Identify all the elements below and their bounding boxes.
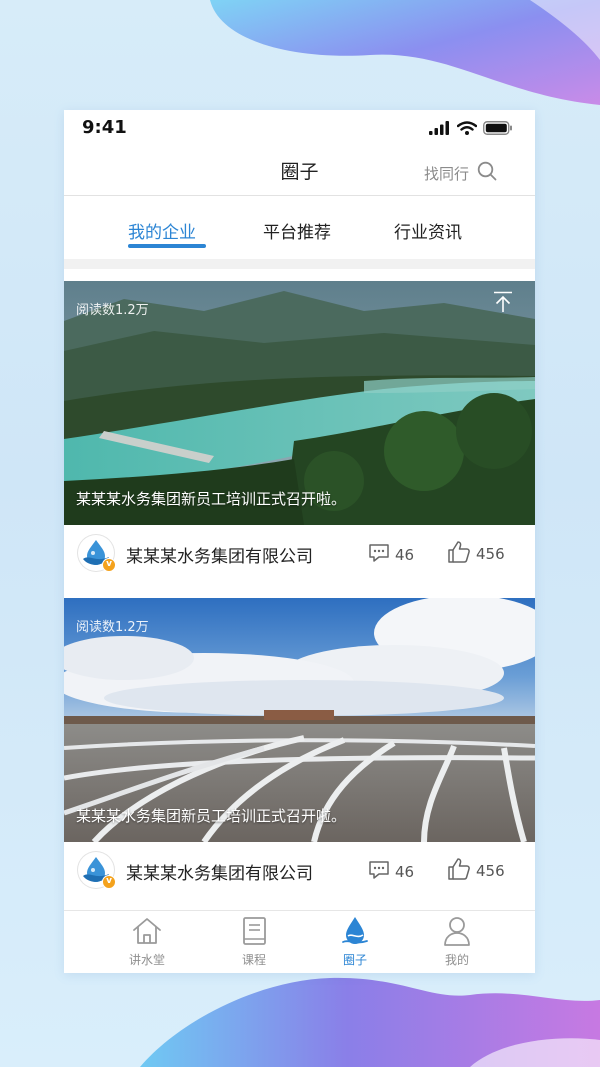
tab-label: 圈子 <box>342 953 367 967</box>
comment-count: 46 <box>395 863 415 881</box>
tab-courses[interactable]: 课程 <box>209 911 299 973</box>
thumbs-up-icon <box>447 857 471 885</box>
status-bar: 9:41 <box>64 110 535 146</box>
post-image[interactable]: 阅读数1.2万 某某某水务集团新员工培训正式召开啦。 <box>64 598 535 842</box>
find-peers-button[interactable]: 找同行 <box>424 161 497 185</box>
battery-icon <box>483 120 513 139</box>
verified-badge: v <box>102 875 116 889</box>
like-button[interactable]: 456 <box>447 540 505 568</box>
comment-icon <box>368 859 390 885</box>
signal-icon <box>429 120 451 139</box>
person-icon <box>444 917 470 946</box>
water-drop-icon <box>342 917 368 944</box>
tab-platform-recommend[interactable]: 平台推荐 <box>263 218 331 243</box>
tab-label: 我的 <box>444 953 469 967</box>
status-time: 9:41 <box>82 117 127 138</box>
decorative-blob-top <box>210 0 600 105</box>
tab-circle[interactable]: 圈子 <box>310 911 400 973</box>
like-count: 456 <box>476 862 505 880</box>
tab-label: 讲水堂 <box>128 953 165 967</box>
comment-count: 46 <box>395 546 415 564</box>
section-divider <box>64 259 535 269</box>
post-footer: v 某某某水务集团有限公司 46 456 <box>64 842 535 902</box>
tab-lecture-hall[interactable]: 讲水堂 <box>102 911 192 973</box>
post-caption: 某某某水务集团新员工培训正式召开啦。 <box>76 807 347 825</box>
company-name[interactable]: 某某某水务集团有限公司 <box>126 859 313 884</box>
read-count: 阅读数1.2万 <box>76 620 149 635</box>
company-name[interactable]: 某某某水务集团有限公司 <box>126 542 313 567</box>
like-count: 456 <box>476 545 505 563</box>
comment-button[interactable]: 46 <box>368 542 414 568</box>
decorative-blob-bottom <box>140 977 600 1067</box>
nav-bar: 圈子 找同行 <box>64 146 535 196</box>
bottom-tab-bar: 讲水堂 课程 圈子 我的 <box>64 910 535 973</box>
book-icon <box>243 917 266 945</box>
comment-icon <box>368 542 390 568</box>
phone-screen: 9:41 圈子 找同行 我的企业 平台推荐 行业资讯 阅读数1.2万 某某某水务… <box>64 110 535 973</box>
find-peers-label: 找同行 <box>423 164 469 183</box>
segment-tabs: 我的企业 平台推荐 行业资讯 <box>64 197 535 259</box>
read-count: 阅读数1.2万 <box>76 303 149 318</box>
post-image[interactable]: 阅读数1.2万 某某某水务集团新员工培训正式召开啦。 <box>64 281 535 525</box>
post-footer: v 某某某水务集团有限公司 46 456 <box>64 525 535 585</box>
search-icon <box>477 161 497 185</box>
status-icons <box>423 120 513 139</box>
thumbs-up-icon <box>447 540 471 568</box>
back-to-top-icon[interactable] <box>493 291 513 313</box>
tab-industry-news[interactable]: 行业资讯 <box>394 218 462 243</box>
post-caption: 某某某水务集团新员工培训正式召开啦。 <box>76 490 347 508</box>
tab-my-company[interactable]: 我的企业 <box>128 218 196 243</box>
comment-button[interactable]: 46 <box>368 859 414 885</box>
tab-mine[interactable]: 我的 <box>412 911 502 973</box>
like-button[interactable]: 456 <box>447 857 505 885</box>
active-tab-indicator <box>128 244 206 248</box>
verified-badge: v <box>102 558 116 572</box>
tab-label: 课程 <box>241 953 266 967</box>
house-icon <box>133 918 161 944</box>
wifi-icon <box>456 120 478 139</box>
